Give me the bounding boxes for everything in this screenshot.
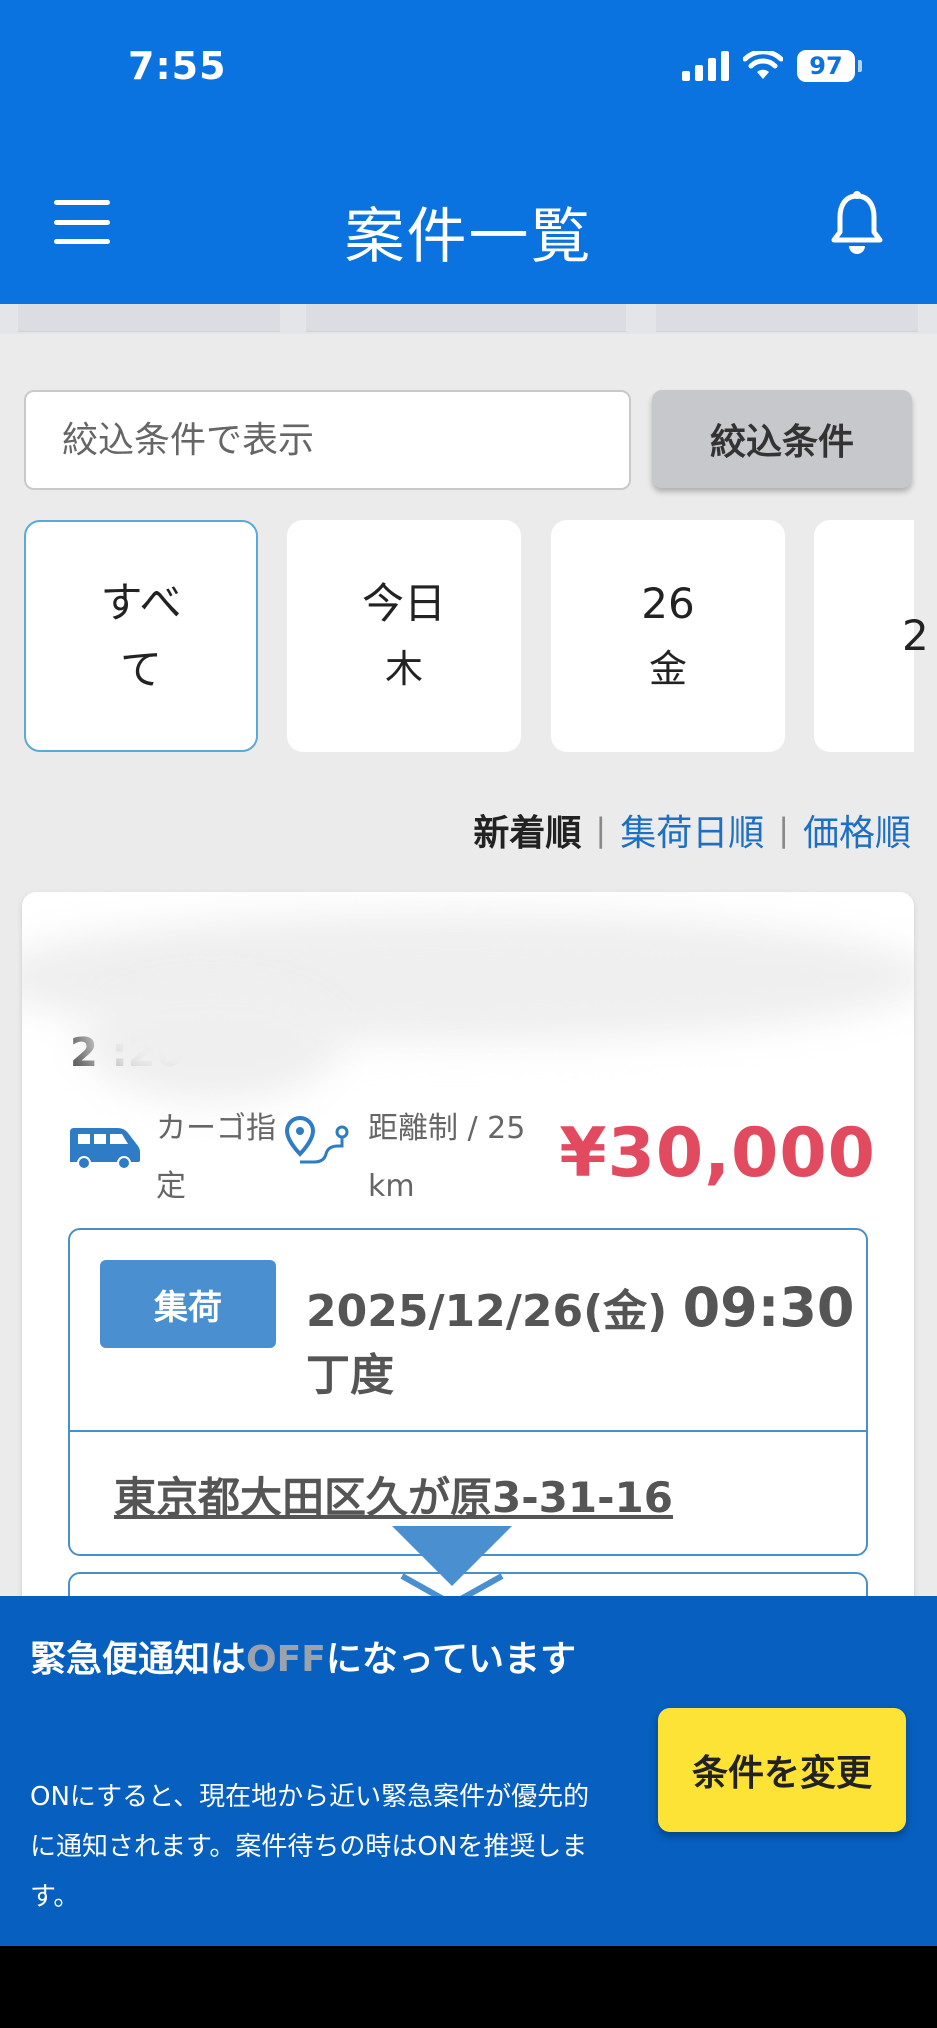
pickup-time: 09:30 (682, 1276, 855, 1339)
date-tab-all[interactable]: すべ て (24, 520, 258, 752)
sort-separator: | (595, 811, 607, 849)
arrow-down-icon (392, 1526, 512, 1606)
pickup-date: 2025/12/26(金) (306, 1286, 683, 1337)
divider (70, 1430, 866, 1432)
date-tab-26[interactable]: 26 金 (551, 520, 785, 752)
redaction-blur (82, 982, 342, 1102)
sort-pickup-date[interactable]: 集荷日順 (620, 804, 764, 856)
bottom-bar (0, 1946, 937, 2028)
wifi-icon (743, 51, 783, 79)
search-input[interactable] (24, 390, 631, 490)
status-time: 7:55 (128, 44, 227, 88)
emergency-notification-banner: 緊急便通知はOFFになっています ONにすると、現在地から近い緊急案件が優先的に… (0, 1596, 937, 1946)
notification-title-text: になっています (325, 1639, 577, 1680)
pickup-address-link[interactable]: 東京都大田区久が原3-31-16 (114, 1464, 673, 1525)
distance: 距離制 / 25 km (368, 1111, 526, 1204)
sort-options: 新着順 | 集荷日順 | 価格順 (473, 804, 911, 856)
pickup-datetime: 2025/12/26(金) 09:30 丁度 (306, 1276, 855, 1408)
notification-title: 緊急便通知はOFFになっています (30, 1626, 590, 1694)
job-price: ¥30,000 (559, 1114, 876, 1193)
filter-button[interactable]: 絞込条件 (652, 390, 912, 488)
tab-strip (0, 304, 937, 334)
route-pin-icon (284, 1116, 349, 1164)
sort-separator: | (778, 811, 789, 849)
date-tab-label: 26 (641, 579, 695, 629)
pickup-badge: 集荷 (100, 1260, 276, 1348)
date-tab-sublabel: 金 (648, 647, 687, 692)
battery-icon: 97 (797, 50, 862, 82)
notification-title-text: 緊急便通知は (30, 1639, 247, 1680)
notification-off-status: OFF (246, 1639, 326, 1680)
bell-icon[interactable] (829, 190, 885, 256)
job-card[interactable]: 2 :20 カーゴ指定 距離制 / 25 km ¥30,000 集荷 2025/… (22, 892, 914, 1612)
date-tab-label: 2 (902, 611, 929, 661)
cargo-type: カーゴ指定 (156, 1111, 276, 1204)
date-tab-next[interactable]: 2 (814, 520, 929, 752)
change-conditions-button[interactable]: 条件を変更 (658, 1708, 906, 1832)
pickup-suffix: 丁度 (306, 1350, 394, 1401)
page-title: 案件一覧 (344, 202, 593, 272)
truck-icon (70, 1128, 140, 1170)
signal-icon (682, 51, 729, 81)
date-tab-sublabel: て (119, 645, 162, 694)
date-tab-sublabel: 木 (384, 647, 423, 692)
sort-price[interactable]: 価格順 (803, 804, 911, 856)
notification-description: ONにすると、現在地から近い緊急案件が優先的に通知されます。案件待ちの時はONを… (30, 1782, 590, 1912)
sort-new[interactable]: 新着順 (473, 804, 581, 856)
date-tab-label: 今日 (361, 579, 446, 629)
pickup-section: 集荷 2025/12/26(金) 09:30 丁度 東京都大田区久が原3-31-… (68, 1228, 868, 1556)
date-tab-label: すべ (100, 577, 182, 627)
date-tab-today[interactable]: 今日 木 (287, 520, 521, 752)
status-icons: 97 (682, 50, 862, 82)
app-header: 7:55 97 案件一覧 (0, 0, 937, 304)
